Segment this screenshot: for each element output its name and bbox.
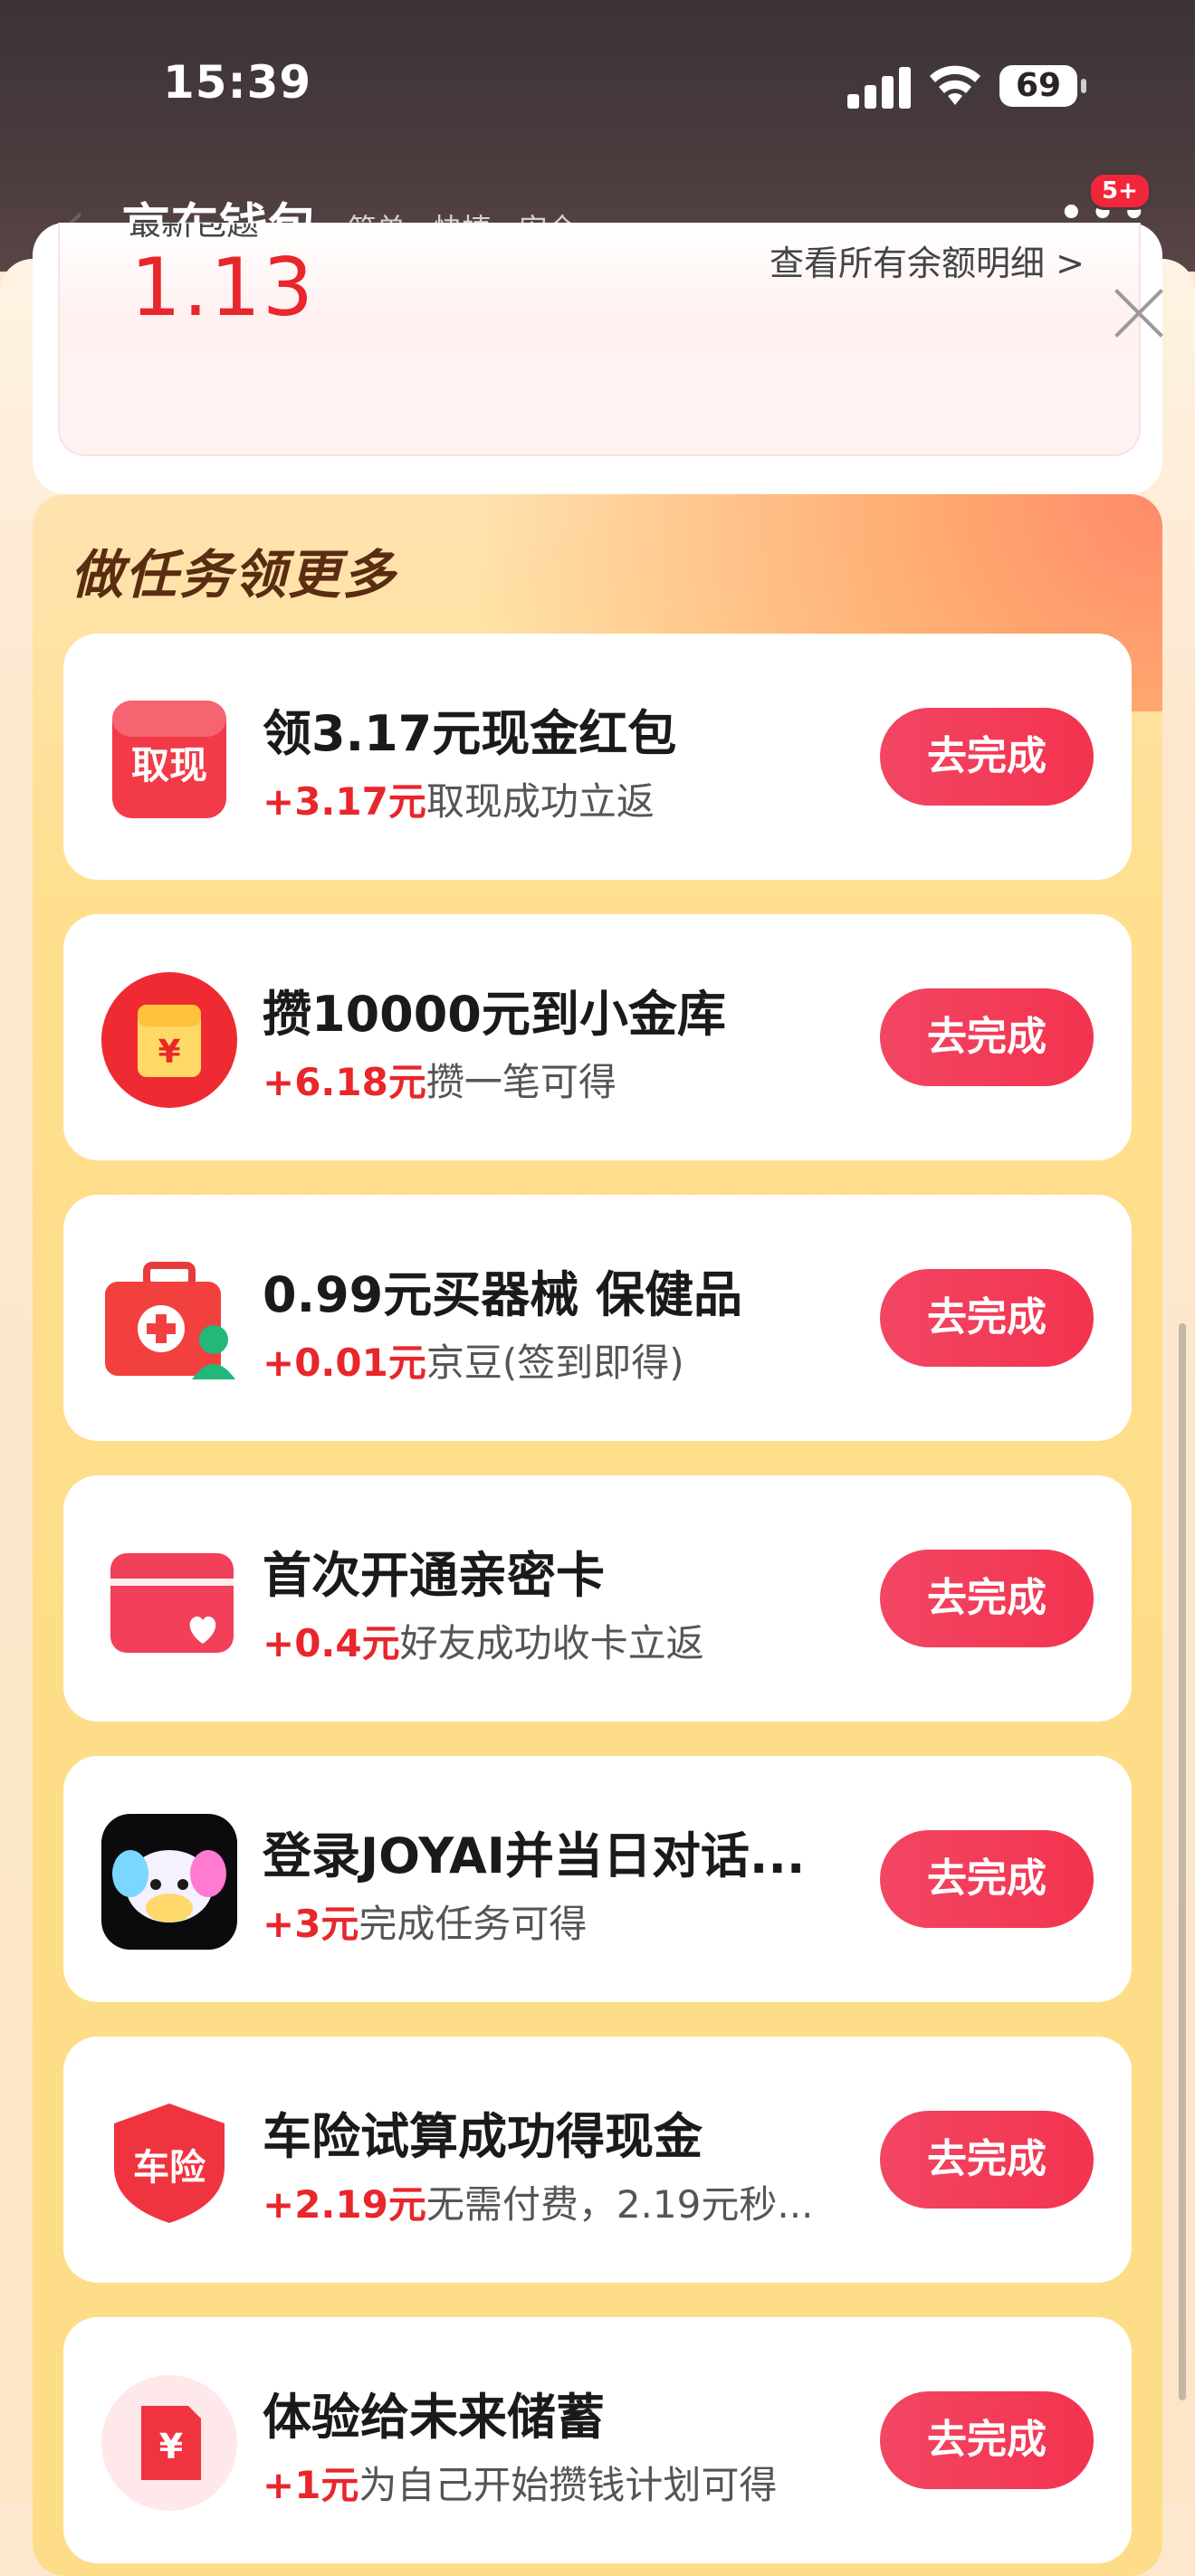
task-subtitle: +3元完成任务可得 [263,1894,587,1949]
task-desc: 为自己开始攒钱计划可得 [358,2463,778,2507]
joyai-dog-icon [101,1814,237,1950]
task-amount: +0.4元 [263,1621,400,1665]
complete-task-button[interactable]: 去完成 [880,2391,1094,2489]
status-time: 15:39 [163,56,312,109]
heart-card-icon [110,1553,234,1653]
task-amount: +0.01元 [263,1340,426,1385]
task-amount: +3.17元 [263,779,426,824]
task-card: 车险 车险试算成功得现金 +2.19元无需付费，2.19元秒... 去完成 [63,2037,1132,2283]
status-bar: 15:39 69 [0,0,1195,172]
cash-withdraw-icon: 取现 [112,701,226,818]
complete-task-button[interactable]: 去完成 [880,1550,1094,1647]
task-subtitle: +0.01元京豆(签到即得) [263,1332,684,1388]
scrollbar[interactable] [1179,1323,1186,2400]
wifi-icon [930,65,980,105]
notification-badge: 5+ [1088,172,1152,210]
balance-card: 最新包题 1.13 查看所有余额明细 > [33,223,1162,494]
task-subtitle: +2.19元无需付费，2.19元秒... [263,2174,813,2229]
red-envelope-icon-label: ¥ [158,1034,180,1071]
balance-details-link[interactable]: 查看所有余额明细 > [770,235,1085,285]
balance-value: 1.13 [130,241,315,334]
task-desc: 无需付费，2.19元秒... [425,2182,814,2227]
savings-doc-icon: ¥ [101,2375,237,2511]
red-envelope-icon: ¥ [101,972,237,1108]
task-card: 登录JOYAI并当日对话... +3元完成任务可得 去完成 [63,1756,1132,2002]
task-title: 登录JOYAI并当日对话... [263,1827,806,1884]
car-insurance-icon-label: 车险 [133,2147,206,2189]
task-subtitle: +3.17元取现成功立返 [263,771,655,826]
task-desc: 完成任务可得 [358,1902,588,1946]
task-amount: +2.19元 [263,2182,426,2227]
close-icon[interactable] [1112,286,1166,340]
balance-panel: 最新包题 1.13 查看所有余额明细 > [58,223,1141,456]
task-title: 0.99元买器械 保健品 [263,1266,743,1323]
battery-indicator: 69 [999,65,1086,107]
task-card: 取现 领3.17元现金红包 +3.17元取现成功立返 去完成 [63,634,1132,880]
complete-task-button[interactable]: 去完成 [880,988,1094,1086]
task-desc: 京豆(签到即得) [425,1340,684,1385]
cash-withdraw-icon-label: 取现 [131,743,207,787]
task-title: 车险试算成功得现金 [263,2108,703,2165]
cellular-signal-icon [847,65,911,109]
task-title: 领3.17元现金红包 [263,705,677,762]
task-amount: +1元 [263,2463,359,2507]
task-title: 攒10000元到小金库 [263,986,726,1043]
task-subtitle: +1元为自己开始攒钱计划可得 [263,2455,777,2510]
task-card: ¥ 体验给未来储蓄 +1元为自己开始攒钱计划可得 去完成 [63,2317,1132,2563]
savings-icon-label: ¥ [159,2427,183,2466]
complete-task-button[interactable]: 去完成 [880,708,1094,806]
task-desc: 好友成功收卡立返 [399,1621,704,1665]
task-amount: +6.18元 [263,1060,426,1104]
task-card: ¥ 攒10000元到小金库 +6.18元攒一笔可得 去完成 [63,914,1132,1160]
task-panel: 做任务领更多 取现 领3.17元现金红包 +3.17元取现成功立返 去完成 ¥ … [33,494,1162,2576]
task-title: 体验给未来储蓄 [263,2389,605,2446]
car-insurance-shield-icon: 车险 [114,2104,225,2223]
task-card: 0.99元买器械 保健品 +0.01元京豆(签到即得) 去完成 [63,1195,1132,1441]
task-subtitle: +0.4元好友成功收卡立返 [263,1613,704,1668]
task-card: 首次开通亲密卡 +0.4元好友成功收卡立返 去完成 [63,1475,1132,1722]
task-title: 首次开通亲密卡 [263,1547,605,1604]
complete-task-button[interactable]: 去完成 [880,2111,1094,2209]
task-section-title: 做任务领更多 [71,544,397,606]
task-desc: 取现成功立返 [425,779,655,824]
complete-task-button[interactable]: 去完成 [880,1269,1094,1367]
medical-kit-icon [105,1262,235,1379]
content-sheet: 最新包题 1.13 查看所有余额明细 > 做任务领更多 取现 领3.17元现金红… [0,223,1195,2576]
task-subtitle: +6.18元攒一笔可得 [263,1052,617,1107]
task-desc: 攒一笔可得 [425,1060,617,1104]
task-amount: +3元 [263,1902,359,1946]
complete-task-button[interactable]: 去完成 [880,1830,1094,1928]
